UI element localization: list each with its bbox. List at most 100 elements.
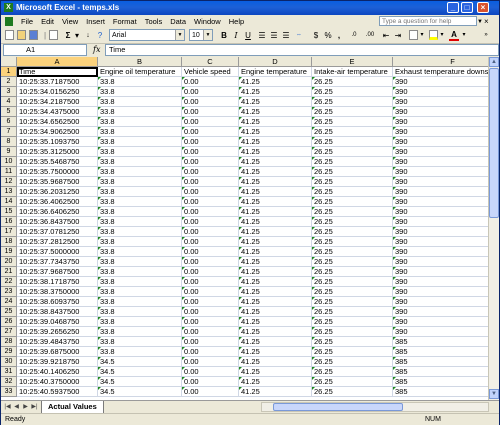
- data-cell[interactable]: 41.25: [239, 257, 312, 267]
- data-cell[interactable]: 390: [393, 297, 488, 307]
- comma-button[interactable]: ,: [335, 30, 343, 41]
- data-cell[interactable]: 41.25: [239, 127, 312, 137]
- data-cell[interactable]: 10:25:40.1406250: [17, 367, 98, 377]
- data-cell[interactable]: 26.25: [312, 347, 393, 357]
- data-cell[interactable]: 390: [393, 87, 488, 97]
- data-cell[interactable]: 26.25: [312, 367, 393, 377]
- data-cell[interactable]: 33.8: [98, 327, 182, 337]
- data-cell[interactable]: 33.8: [98, 157, 182, 167]
- horizontal-scrollbar[interactable]: [261, 402, 489, 412]
- data-cell[interactable]: 0.00: [182, 127, 239, 137]
- data-cell[interactable]: 26.25: [312, 167, 393, 177]
- menu-file[interactable]: File: [17, 15, 37, 28]
- data-cell[interactable]: 0.00: [182, 237, 239, 247]
- data-cell[interactable]: 34.5: [98, 377, 182, 387]
- data-cell[interactable]: 0.00: [182, 327, 239, 337]
- data-cell[interactable]: 10:25:37.7343750: [17, 257, 98, 267]
- font-color-dropdown-icon[interactable]: ▾: [461, 30, 467, 41]
- data-cell[interactable]: 10:25:35.7500000: [17, 167, 98, 177]
- data-cell[interactable]: 10:25:38.1718750: [17, 277, 98, 287]
- data-cell[interactable]: 10:25:39.4843750: [17, 337, 98, 347]
- data-cell[interactable]: 390: [393, 137, 488, 147]
- horizontal-scroll-thumb[interactable]: [273, 403, 403, 411]
- row-header[interactable]: 29: [1, 347, 17, 357]
- data-cell[interactable]: 26.25: [312, 227, 393, 237]
- menu-edit[interactable]: Edit: [37, 15, 58, 28]
- data-cell[interactable]: 10:25:37.9687500: [17, 267, 98, 277]
- data-cell[interactable]: 0.00: [182, 287, 239, 297]
- data-cell[interactable]: 10:25:40.5937500: [17, 387, 98, 397]
- data-cell[interactable]: 26.25: [312, 137, 393, 147]
- data-cell[interactable]: 34.5: [98, 387, 182, 397]
- data-cell[interactable]: 10:25:35.9687500: [17, 177, 98, 187]
- data-cell[interactable]: 41.25: [239, 297, 312, 307]
- merge-center-icon[interactable]: ⇔: [293, 30, 305, 41]
- row-header[interactable]: 23: [1, 287, 17, 297]
- row-header[interactable]: 11: [1, 167, 17, 177]
- data-cell[interactable]: 33.8: [98, 207, 182, 217]
- column-title-cell[interactable]: Exhaust temperature downstream: [393, 67, 488, 77]
- row-header[interactable]: 27: [1, 327, 17, 337]
- data-cell[interactable]: 0.00: [182, 137, 239, 147]
- data-cell[interactable]: 390: [393, 97, 488, 107]
- data-cell[interactable]: 26.25: [312, 337, 393, 347]
- decrease-decimal-icon[interactable]: .00: [363, 30, 377, 41]
- row-header[interactable]: 31: [1, 367, 17, 377]
- data-cell[interactable]: 26.25: [312, 257, 393, 267]
- data-cell[interactable]: 33.8: [98, 307, 182, 317]
- data-cell[interactable]: 41.25: [239, 267, 312, 277]
- data-cell[interactable]: 41.25: [239, 367, 312, 377]
- data-cell[interactable]: 41.25: [239, 97, 312, 107]
- data-cell[interactable]: 0.00: [182, 267, 239, 277]
- data-cell[interactable]: 390: [393, 237, 488, 247]
- font-size-select[interactable]: 10 ▼: [189, 29, 213, 41]
- menu-view[interactable]: View: [58, 15, 82, 28]
- data-cell[interactable]: 26.25: [312, 87, 393, 97]
- workbook-icon[interactable]: [5, 17, 13, 26]
- row-header[interactable]: 1: [1, 67, 17, 77]
- row-header[interactable]: 5: [1, 107, 17, 117]
- vertical-scrollbar[interactable]: ▲ ▼: [488, 57, 499, 400]
- data-cell[interactable]: 33.8: [98, 187, 182, 197]
- data-cell[interactable]: 390: [393, 307, 488, 317]
- data-cell[interactable]: 41.25: [239, 177, 312, 187]
- row-header[interactable]: 10: [1, 157, 17, 167]
- data-cell[interactable]: 0.00: [182, 117, 239, 127]
- data-cell[interactable]: 26.25: [312, 267, 393, 277]
- data-cell[interactable]: 41.25: [239, 317, 312, 327]
- data-cell[interactable]: 26.25: [312, 77, 393, 87]
- data-cell[interactable]: 34.5: [98, 357, 182, 367]
- menu-data[interactable]: Data: [166, 15, 190, 28]
- align-left-icon[interactable]: ☰: [257, 30, 267, 41]
- maximize-button[interactable]: □: [461, 2, 473, 13]
- data-cell[interactable]: 33.8: [98, 137, 182, 147]
- toolbar-options-icon[interactable]: »: [481, 30, 491, 41]
- column-header-a[interactable]: A: [17, 57, 98, 67]
- row-header[interactable]: 3: [1, 87, 17, 97]
- sort-ascending-icon[interactable]: ↓: [83, 30, 93, 41]
- data-cell[interactable]: 0.00: [182, 197, 239, 207]
- data-cell[interactable]: 390: [393, 207, 488, 217]
- row-header[interactable]: 26: [1, 317, 17, 327]
- data-cell[interactable]: 390: [393, 77, 488, 87]
- menu-help[interactable]: Help: [225, 15, 248, 28]
- menu-insert[interactable]: Insert: [82, 15, 109, 28]
- minimize-button[interactable]: _: [447, 2, 459, 13]
- data-cell[interactable]: 390: [393, 227, 488, 237]
- data-cell[interactable]: 26.25: [312, 377, 393, 387]
- data-cell[interactable]: 41.25: [239, 307, 312, 317]
- data-cell[interactable]: 41.25: [239, 357, 312, 367]
- data-cell[interactable]: 0.00: [182, 357, 239, 367]
- data-cell[interactable]: 33.8: [98, 227, 182, 237]
- data-cell[interactable]: 0.00: [182, 97, 239, 107]
- select-all-button[interactable]: [1, 57, 17, 67]
- data-cell[interactable]: 10:25:35.5468750: [17, 157, 98, 167]
- data-cell[interactable]: 41.25: [239, 327, 312, 337]
- row-header[interactable]: 12: [1, 177, 17, 187]
- data-cell[interactable]: 385: [393, 357, 488, 367]
- data-cell[interactable]: 26.25: [312, 157, 393, 167]
- data-cell[interactable]: 41.25: [239, 387, 312, 397]
- italic-button[interactable]: I: [231, 30, 241, 41]
- data-cell[interactable]: 33.8: [98, 167, 182, 177]
- data-cell[interactable]: 41.25: [239, 77, 312, 87]
